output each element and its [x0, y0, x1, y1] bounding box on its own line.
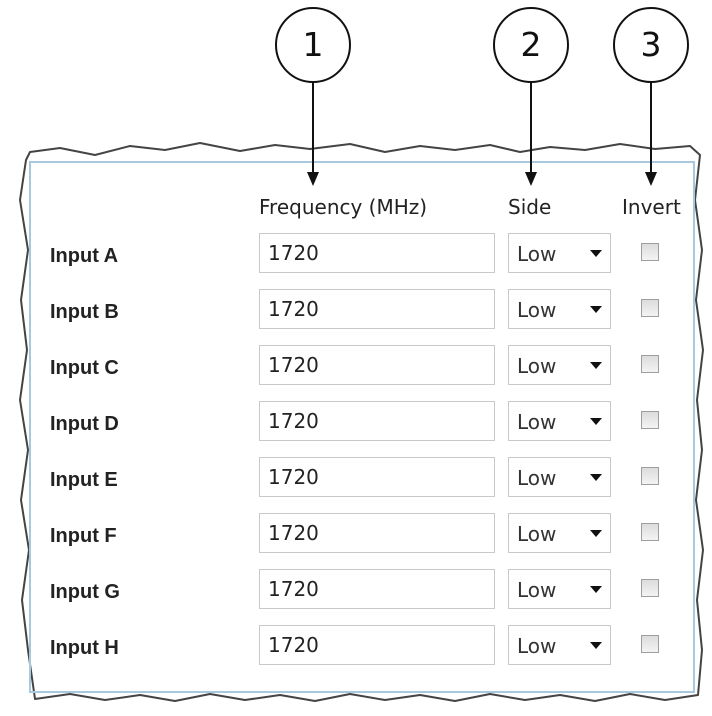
row-label: Input C	[50, 357, 119, 379]
frequency-input[interactable]	[259, 345, 495, 385]
invert-checkbox[interactable]	[641, 467, 659, 485]
column-header-frequency: Frequency (MHz)	[259, 195, 428, 219]
side-select-value: Low	[517, 242, 557, 266]
side-select-value: Low	[517, 466, 557, 490]
row-label: Input G	[50, 581, 120, 603]
invert-checkbox[interactable]	[641, 635, 659, 653]
side-select[interactable]: Low	[508, 401, 611, 441]
side-select[interactable]: Low	[508, 345, 611, 385]
chevron-down-icon	[590, 418, 602, 425]
side-select[interactable]: Low	[508, 289, 611, 329]
frequency-input[interactable]	[259, 401, 495, 441]
column-header-side: Side	[508, 195, 552, 219]
invert-checkbox[interactable]	[641, 579, 659, 597]
column-header-invert: Invert	[622, 195, 681, 219]
table-row: Input E Low	[0, 457, 712, 505]
row-label: Input H	[50, 637, 119, 659]
frequency-input[interactable]	[259, 513, 495, 553]
side-select-value: Low	[517, 634, 557, 658]
side-select-value: Low	[517, 410, 557, 434]
table-row: Input C Low	[0, 345, 712, 393]
row-label: Input B	[50, 301, 119, 323]
callout-number-1: 1	[302, 25, 324, 64]
frequency-input[interactable]	[259, 625, 495, 665]
frequency-input[interactable]	[259, 457, 495, 497]
chevron-down-icon	[590, 586, 602, 593]
chevron-down-icon	[590, 306, 602, 313]
invert-checkbox[interactable]	[641, 355, 659, 373]
table-row: Input B Low	[0, 289, 712, 337]
side-select-value: Low	[517, 578, 557, 602]
side-select-value: Low	[517, 354, 557, 378]
row-label: Input D	[50, 413, 119, 435]
row-label: Input A	[50, 245, 119, 267]
side-select[interactable]: Low	[508, 233, 611, 273]
side-select-value: Low	[517, 298, 557, 322]
invert-checkbox[interactable]	[641, 243, 659, 261]
table-row: Input A Low	[0, 233, 712, 281]
row-label: Input E	[50, 469, 118, 491]
invert-checkbox[interactable]	[641, 299, 659, 317]
chevron-down-icon	[590, 474, 602, 481]
frequency-input[interactable]	[259, 569, 495, 609]
frequency-input[interactable]	[259, 233, 495, 273]
chevron-down-icon	[590, 530, 602, 537]
side-select-value: Low	[517, 522, 557, 546]
callout-number-3: 3	[640, 25, 662, 64]
side-select[interactable]: Low	[508, 457, 611, 497]
side-select[interactable]: Low	[508, 513, 611, 553]
table-row: Input F Low	[0, 513, 712, 561]
row-label: Input F	[50, 525, 117, 547]
invert-checkbox[interactable]	[641, 411, 659, 429]
table-row: Input H Low	[0, 625, 712, 673]
side-select[interactable]: Low	[508, 625, 611, 665]
chevron-down-icon	[590, 362, 602, 369]
callout-number-2: 2	[520, 25, 542, 64]
table-row: Input G Low	[0, 569, 712, 617]
invert-checkbox[interactable]	[641, 523, 659, 541]
side-select[interactable]: Low	[508, 569, 611, 609]
table-row: Input D Low	[0, 401, 712, 449]
chevron-down-icon	[590, 642, 602, 649]
frequency-input[interactable]	[259, 289, 495, 329]
chevron-down-icon	[590, 250, 602, 257]
